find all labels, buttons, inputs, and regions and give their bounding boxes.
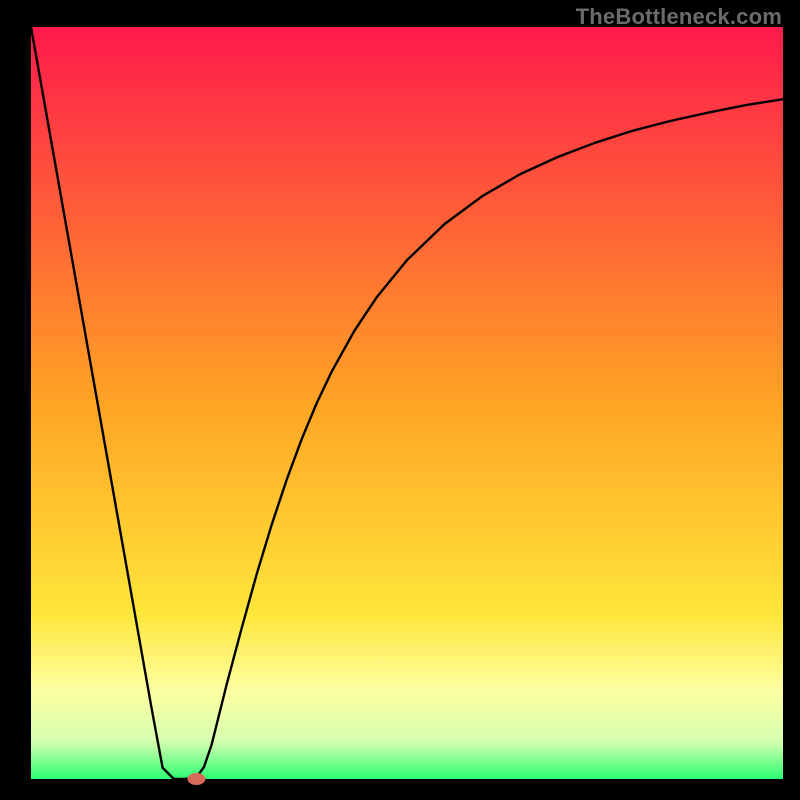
watermark-text: TheBottleneck.com (576, 4, 782, 30)
optimal-point-marker (187, 773, 205, 785)
chart-frame: TheBottleneck.com (0, 0, 800, 800)
bottleneck-chart (0, 0, 800, 800)
